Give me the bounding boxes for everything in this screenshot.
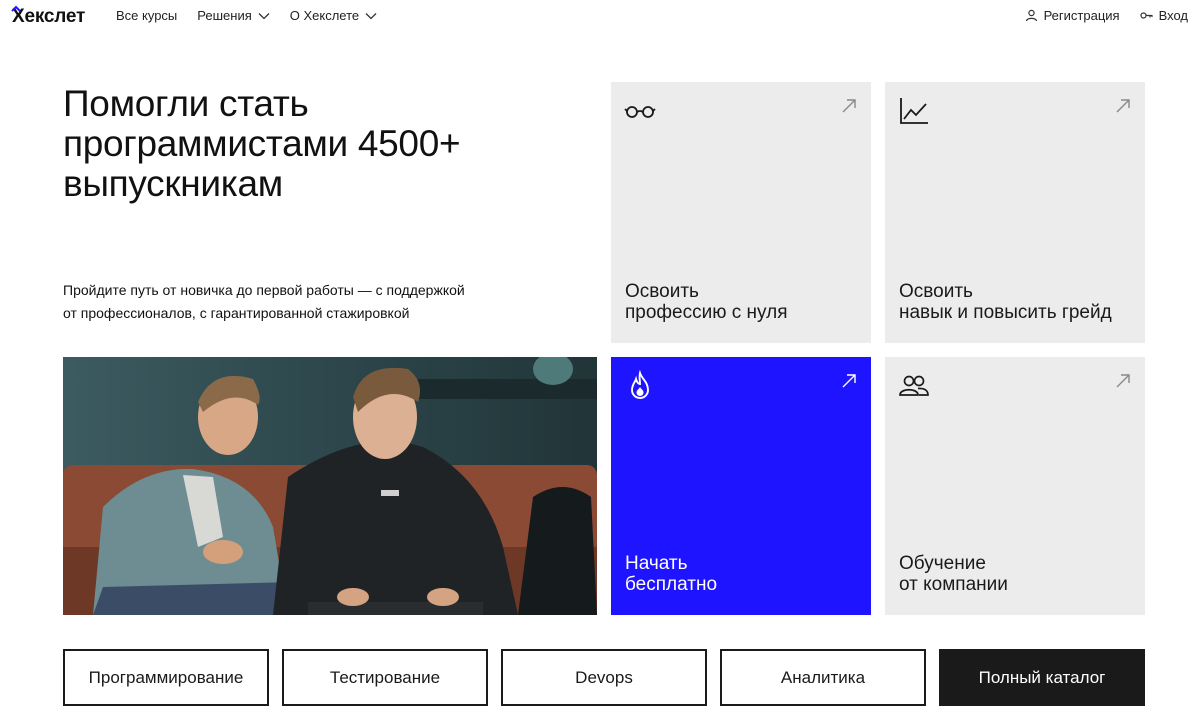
nav-about[interactable]: О Хекслете bbox=[290, 8, 377, 23]
chevron-down-icon bbox=[365, 12, 377, 19]
logo-text: Хекслет bbox=[12, 6, 86, 27]
hero-photo bbox=[63, 357, 597, 615]
card-label-line: от компании bbox=[899, 574, 1008, 595]
card-label: Освоить профессию с нуля bbox=[625, 281, 788, 323]
card-upgrade-skill[interactable]: Освоить навык и повысить грейд bbox=[885, 82, 1145, 343]
nav-solutions[interactable]: Решения bbox=[197, 8, 270, 23]
category-devops-button[interactable]: Devops bbox=[501, 649, 707, 706]
key-icon bbox=[1139, 12, 1153, 19]
arrow-up-right-icon bbox=[1116, 374, 1130, 388]
nav-all-courses-label: Все курсы bbox=[116, 8, 178, 23]
card-label-line: Обучение bbox=[899, 553, 986, 574]
arrow-up-right-icon bbox=[842, 99, 856, 113]
hero-title-line: программистами 4500+ bbox=[63, 123, 461, 164]
category-testing-button[interactable]: Тестирование bbox=[282, 649, 488, 706]
card-label-line: Освоить bbox=[625, 281, 699, 302]
top-navigation: Хекслет Все курсы Решения О Хекслете Рег… bbox=[0, 0, 1200, 36]
hero-title-line: Помогли стать bbox=[63, 83, 309, 124]
hero-subtitle-line: от профессионалов, с гарантированной ста… bbox=[63, 305, 410, 321]
user-icon bbox=[1025, 9, 1037, 22]
flame-icon bbox=[631, 370, 649, 399]
logo-mark-icon bbox=[11, 5, 21, 12]
hero-title-line: выпускникам bbox=[63, 163, 283, 204]
login-link[interactable]: Вход bbox=[1139, 8, 1188, 23]
chevron-down-icon bbox=[258, 12, 270, 19]
card-label: Обучение от компании bbox=[899, 553, 1008, 595]
chart-icon bbox=[900, 98, 928, 124]
arrow-up-right-icon bbox=[842, 374, 856, 388]
hero-subtitle-line: Пройдите путь от новичка до первой работ… bbox=[63, 282, 465, 298]
arrow-up-right-icon bbox=[1116, 99, 1130, 113]
main-nav: Все курсы Решения О Хекслете bbox=[116, 8, 377, 23]
register-label: Регистрация bbox=[1043, 8, 1120, 23]
card-label-line: профессию с нуля bbox=[625, 302, 788, 323]
hero-subtitle: Пройдите путь от новичка до первой работ… bbox=[63, 279, 543, 325]
login-label: Вход bbox=[1158, 8, 1188, 23]
card-start-free[interactable]: Начать бесплатно bbox=[611, 357, 871, 615]
card-label-line: Освоить bbox=[899, 281, 973, 302]
logo[interactable]: Хекслет bbox=[11, 5, 86, 29]
card-learn-profession[interactable]: Освоить профессию с нуля bbox=[611, 82, 871, 343]
card-label-line: бесплатно bbox=[625, 574, 718, 595]
register-link[interactable]: Регистрация bbox=[1025, 8, 1120, 23]
nav-about-label: О Хекслете bbox=[289, 8, 360, 23]
card-label-line: навык и повысить грейд bbox=[899, 302, 1112, 323]
category-programming-button[interactable]: Программирование bbox=[63, 649, 269, 706]
card-label: Начать бесплатно bbox=[625, 553, 717, 595]
glasses-icon bbox=[624, 106, 656, 118]
category-analytics-button[interactable]: Аналитика bbox=[720, 649, 926, 706]
full-catalog-button[interactable]: Полный каталог bbox=[939, 649, 1145, 706]
people-icon bbox=[899, 375, 929, 396]
card-label-line: Начать bbox=[625, 553, 688, 574]
auth-links: Регистрация Вход bbox=[1025, 8, 1188, 23]
hero-title: Помогли стать программистами 4500+ выпус… bbox=[63, 84, 583, 204]
students-illustration bbox=[63, 357, 597, 615]
nav-all-courses[interactable]: Все курсы bbox=[116, 8, 177, 23]
card-corporate-training[interactable]: Обучение от компании bbox=[885, 357, 1145, 615]
card-label: Освоить навык и повысить грейд bbox=[899, 281, 1112, 323]
nav-solutions-label: Решения bbox=[197, 8, 252, 23]
